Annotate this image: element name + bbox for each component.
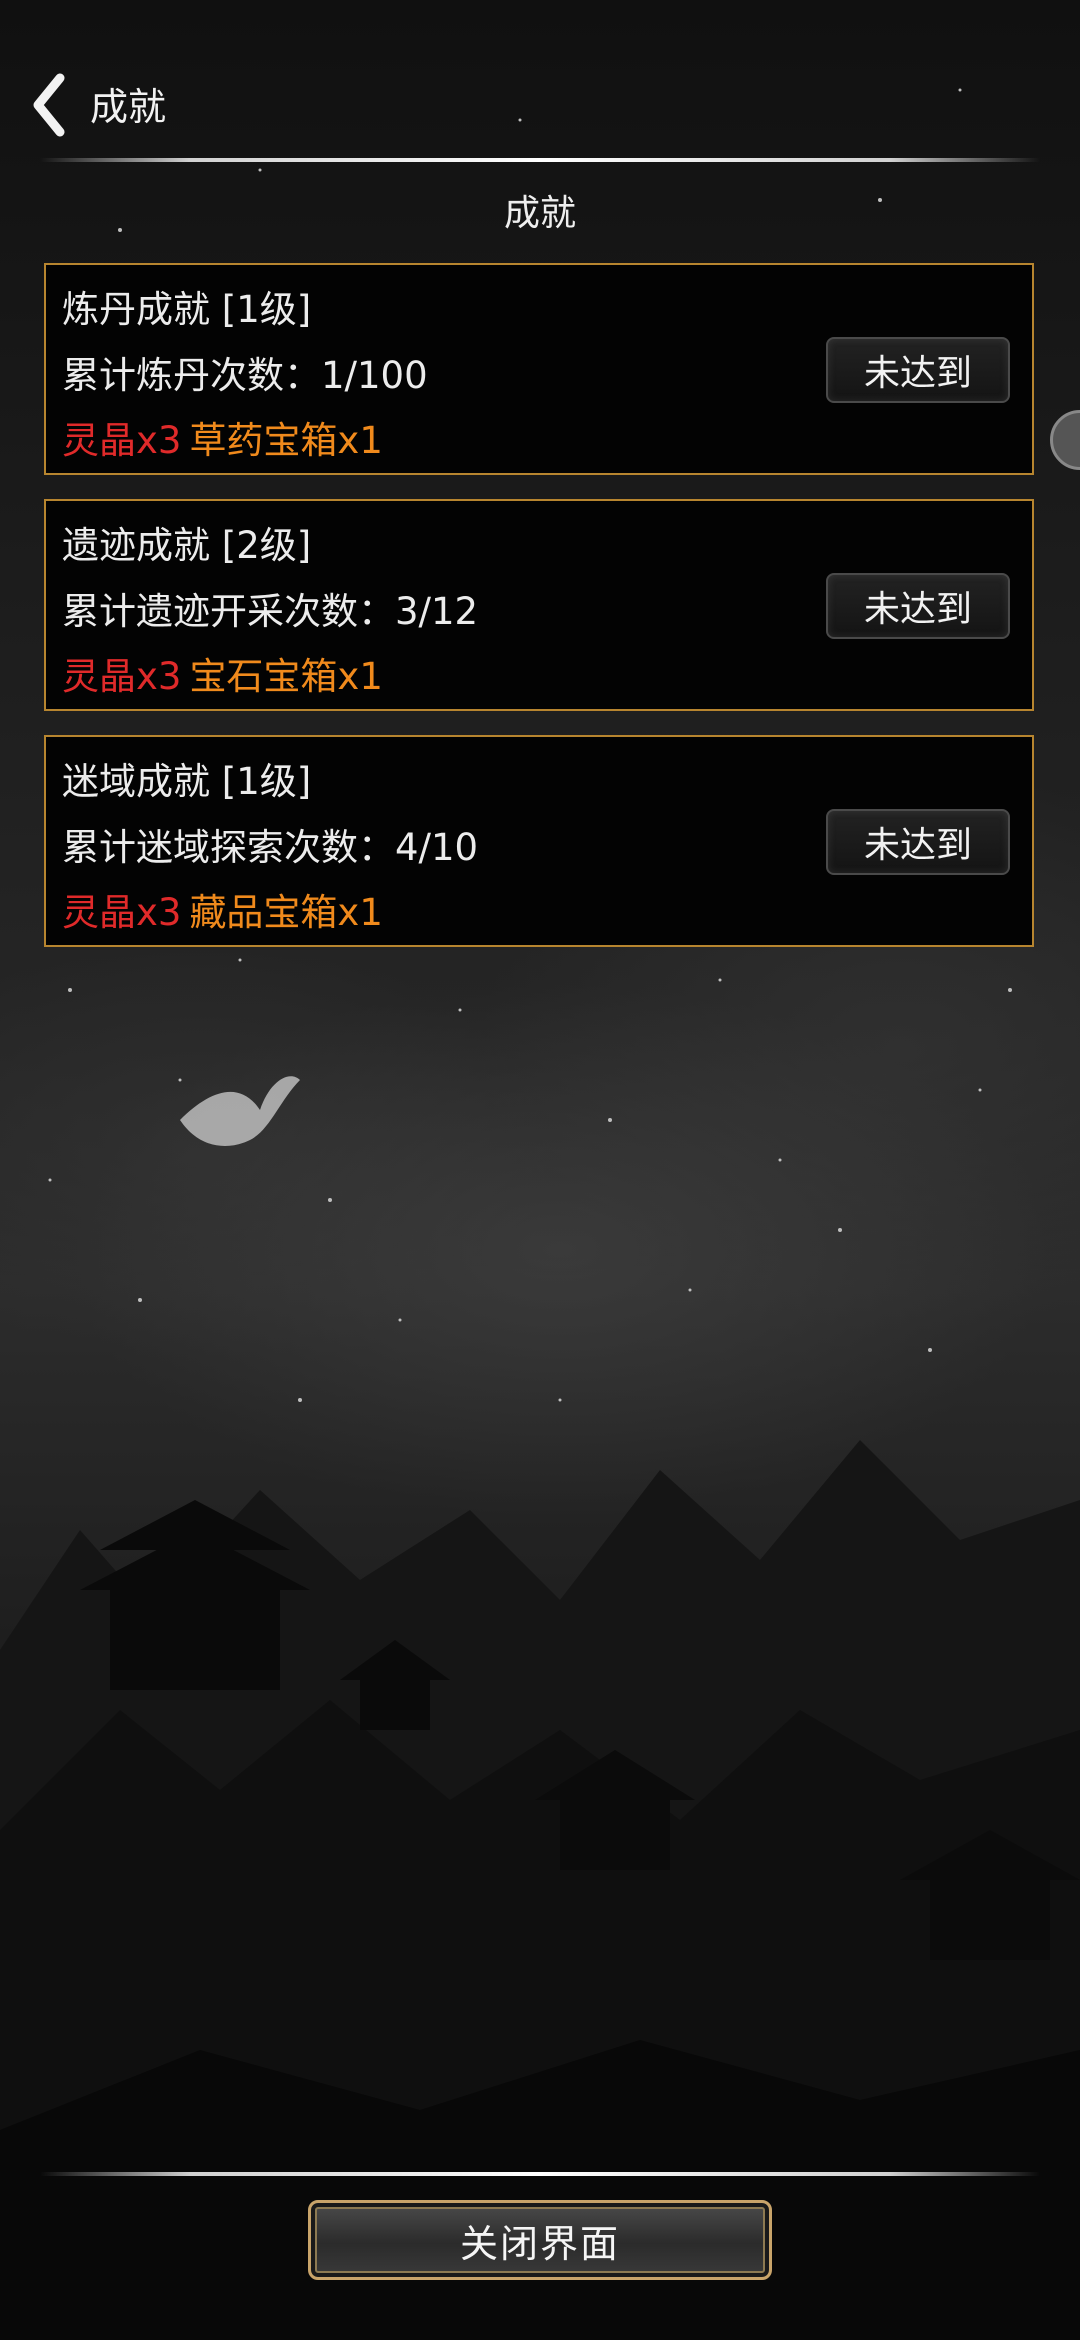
achievement-screen: 成就 成就 炼丹成就 [1级] 累计炼丹次数：1/100 灵晶x3 草药宝箱x1 … bbox=[0, 0, 1080, 2340]
top-divider bbox=[40, 158, 1040, 162]
achievement-progress: 累计迷域探索次数：4/10 bbox=[62, 826, 479, 869]
ink-landscape-background bbox=[0, 1440, 1080, 2340]
status-button-not-reached[interactable]: 未达到 bbox=[826, 573, 1010, 639]
floating-assistive-handle[interactable] bbox=[1050, 410, 1080, 470]
achievement-name: 炼丹成就 [1级] bbox=[62, 288, 312, 331]
achievement-card-maze: 迷域成就 [1级] 累计迷域探索次数：4/10 灵晶x3 藏品宝箱x1 未达到 bbox=[44, 735, 1034, 947]
chevron-left-icon bbox=[33, 73, 65, 137]
top-bar: 成就 bbox=[0, 60, 1080, 140]
reward-spirit-crystal: 灵晶x3 bbox=[62, 655, 182, 698]
bottom-divider bbox=[40, 2172, 1040, 2176]
reward-spirit-crystal: 灵晶x3 bbox=[62, 419, 182, 462]
reward-spirit-crystal: 灵晶x3 bbox=[62, 891, 182, 934]
achievement-reward: 灵晶x3 草药宝箱x1 bbox=[62, 410, 383, 464]
reward-chest: 草药宝箱x1 bbox=[189, 419, 383, 462]
status-button-not-reached[interactable]: 未达到 bbox=[826, 337, 1010, 403]
reward-chest: 宝石宝箱x1 bbox=[189, 655, 383, 698]
achievement-reward: 灵晶x3 宝石宝箱x1 bbox=[62, 646, 383, 700]
achievement-card-ruins: 遗迹成就 [2级] 累计遗迹开采次数：3/12 灵晶x3 宝石宝箱x1 未达到 bbox=[44, 499, 1034, 711]
page-title: 成就 bbox=[90, 85, 167, 129]
section-title: 成就 bbox=[503, 193, 576, 234]
reward-chest: 藏品宝箱x1 bbox=[189, 891, 383, 934]
achievement-reward: 灵晶x3 藏品宝箱x1 bbox=[62, 882, 383, 936]
achievement-card-alchemy: 炼丹成就 [1级] 累计炼丹次数：1/100 灵晶x3 草药宝箱x1 未达到 bbox=[44, 263, 1034, 475]
close-interface-button[interactable]: 关闭界面 bbox=[308, 2200, 772, 2280]
status-button-not-reached[interactable]: 未达到 bbox=[826, 809, 1010, 875]
achievement-progress: 累计炼丹次数：1/100 bbox=[62, 354, 428, 397]
achievement-name: 遗迹成就 [2级] bbox=[62, 524, 312, 567]
achievement-progress: 累计遗迹开采次数：3/12 bbox=[62, 590, 479, 633]
back-button[interactable] bbox=[28, 72, 68, 138]
achievement-name: 迷域成就 [1级] bbox=[62, 760, 312, 803]
